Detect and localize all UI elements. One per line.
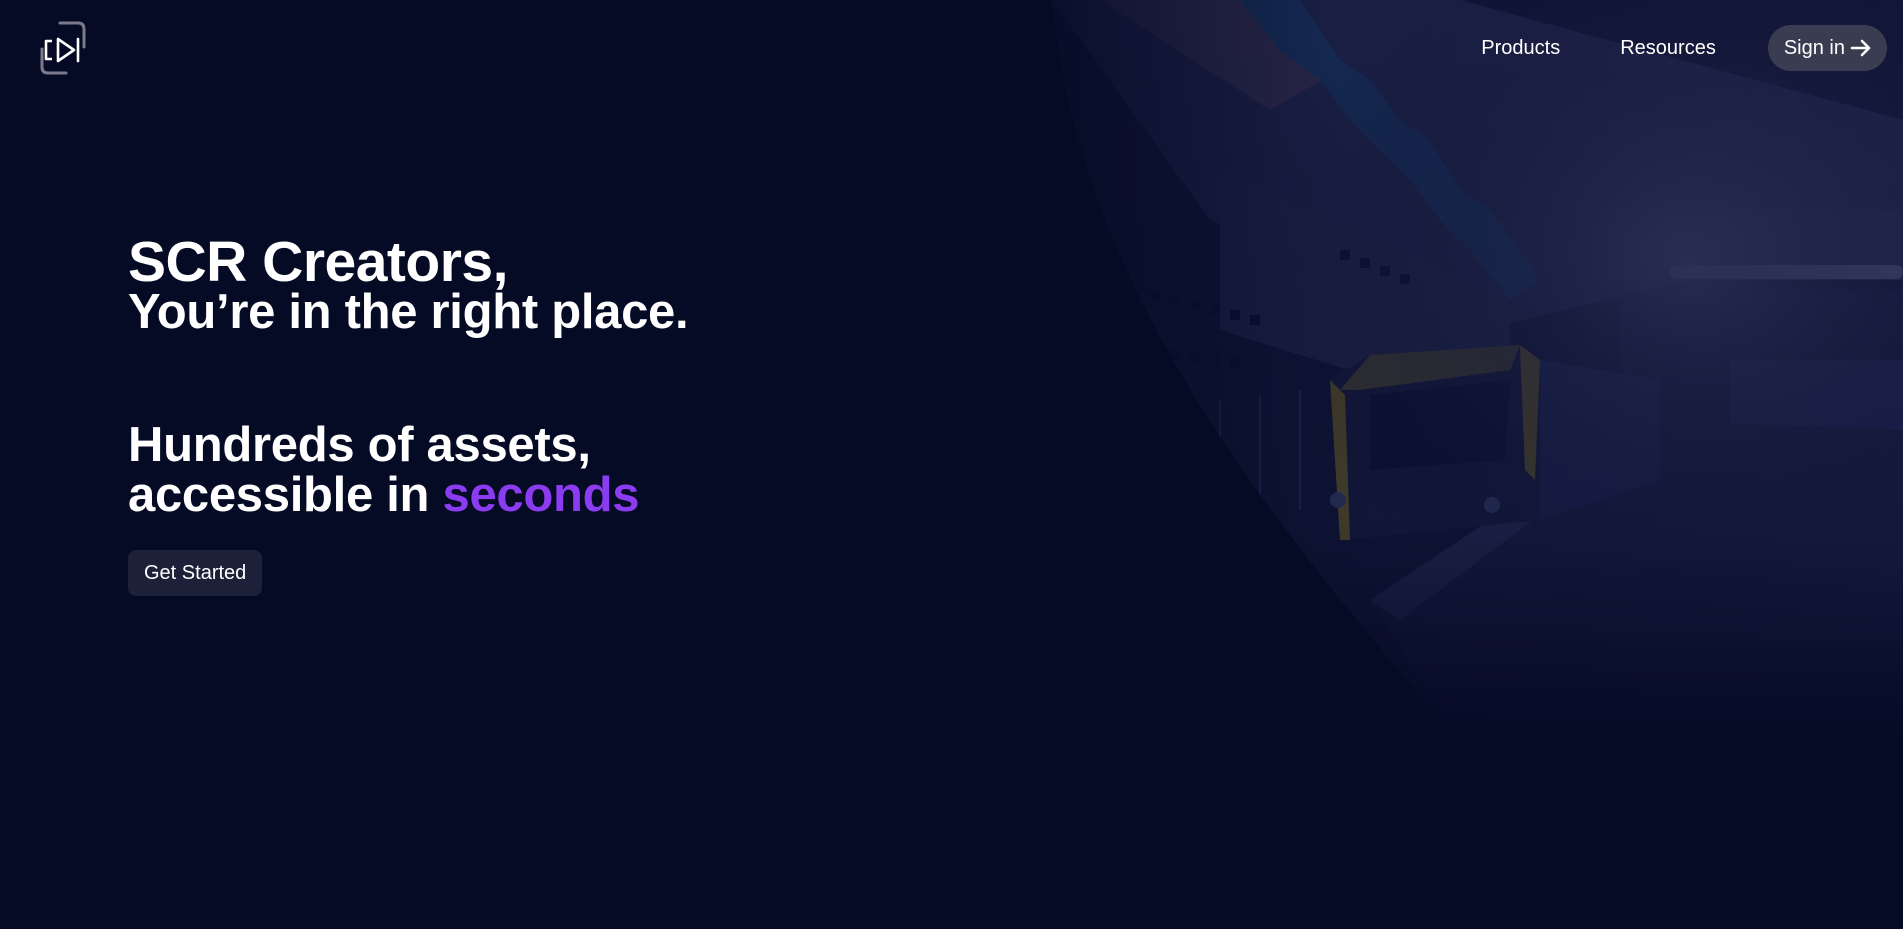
nav-products-link[interactable]: Products bbox=[1481, 37, 1560, 60]
sign-in-label: Sign in bbox=[1783, 36, 1845, 59]
sign-in-button[interactable]: Sign in bbox=[1767, 25, 1887, 71]
hero-tagline: Hundreds of assets, accessible in second… bbox=[128, 418, 640, 522]
get-started-button[interactable]: Get Started bbox=[128, 550, 263, 596]
arrow-right-icon bbox=[1850, 39, 1872, 57]
hero-subtitle: You’re in the right place. bbox=[128, 285, 689, 339]
logo-icon[interactable] bbox=[34, 19, 92, 77]
tagline-line-1: Hundreds of assets, bbox=[128, 418, 591, 472]
landing-page: Products Resources Sign in SCR Creators,… bbox=[0, 0, 1903, 929]
tagline-accent-word: seconds bbox=[442, 468, 640, 522]
train-station-hero-image bbox=[1040, 0, 1903, 740]
tagline-line-2-prefix: accessible in bbox=[128, 468, 443, 522]
nav-resources-link[interactable]: Resources bbox=[1620, 37, 1716, 60]
hero-heading: SCR Creators, You’re in the right place. bbox=[128, 230, 928, 340]
top-nav: Products Resources Sign in bbox=[1481, 25, 1887, 71]
